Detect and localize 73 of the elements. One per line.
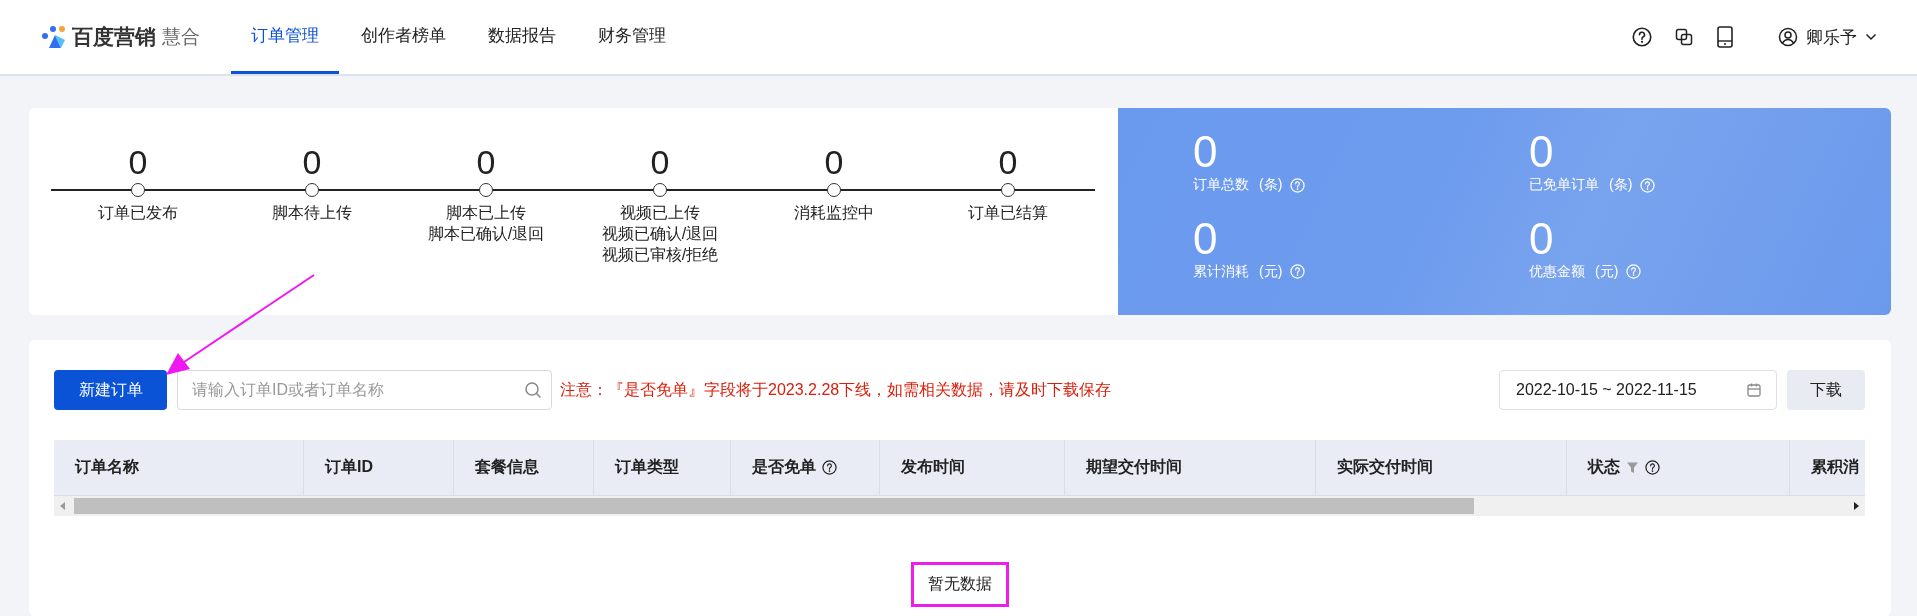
search-icon	[524, 381, 542, 399]
metric-unit: (元)	[1259, 262, 1283, 281]
column-header: 是否免单	[752, 457, 816, 477]
step-label: 视频已审核/拒绝	[601, 245, 719, 265]
help-icon[interactable]	[1632, 27, 1652, 47]
calendar-icon	[1746, 382, 1762, 398]
download-button[interactable]: 下载	[1787, 370, 1865, 410]
user-icon	[1778, 27, 1798, 47]
chevron-down-icon	[1865, 33, 1877, 41]
column-header: 发布时间	[901, 457, 965, 477]
step-count: 0	[650, 142, 670, 182]
logo-icon	[40, 24, 68, 50]
date-range-text: 2022-10-15 ~ 2022-11-15	[1516, 381, 1697, 399]
step-node	[653, 183, 667, 197]
help-icon[interactable]	[822, 460, 837, 475]
step-count: 0	[998, 142, 1018, 182]
metric-value: 0	[1529, 128, 1555, 176]
nav-tab[interactable]: 创作者榜单	[341, 0, 466, 74]
user-menu[interactable]: 卿乐予	[1778, 25, 1877, 49]
column-header: 状态	[1588, 457, 1620, 477]
filter-icon[interactable]	[1626, 461, 1639, 474]
metric-value: 0	[1193, 214, 1219, 263]
column-header: 订单ID	[325, 457, 373, 477]
step-label: 消耗监控中	[794, 203, 874, 223]
search-field[interactable]: 请输入订单ID或者订单名称	[177, 370, 552, 410]
step-count: 0	[476, 142, 496, 182]
column-header: 期望交付时间	[1086, 457, 1182, 477]
date-range-field[interactable]: 2022-10-15 ~ 2022-11-15	[1499, 370, 1777, 410]
notice-text: 注意：『是否免单』字段将于2023.2.28下线，如需相关数据，请及时下载保存	[560, 379, 1112, 400]
scrollbar-thumb[interactable]	[74, 498, 1474, 514]
step-label: 脚本待上传	[272, 203, 352, 223]
step-node	[827, 183, 841, 197]
step-node	[479, 183, 493, 197]
column-header: 套餐信息	[475, 457, 539, 477]
metric-label: 已免单订单	[1529, 176, 1599, 194]
step-node	[131, 183, 145, 197]
metric-value: 0	[1529, 214, 1555, 263]
horizontal-scrollbar[interactable]	[54, 496, 1865, 516]
column-header: 订单名称	[75, 457, 139, 477]
step-label: 订单已发布	[98, 203, 178, 223]
step-label: 视频已上传	[620, 203, 700, 223]
step-node	[1001, 183, 1015, 197]
product-name: 慧合	[162, 25, 200, 49]
nav-tab[interactable]: 订单管理	[231, 0, 339, 74]
copy-icon[interactable]	[1674, 27, 1694, 47]
metric-unit: (条)	[1259, 176, 1283, 194]
column-header: 订单类型	[615, 457, 679, 477]
scroll-left-icon[interactable]	[60, 502, 66, 510]
step-label: 订单已结算	[968, 203, 1048, 223]
step-count: 0	[302, 142, 322, 182]
new-order-button[interactable]: 新建订单	[54, 370, 167, 410]
step-count: 0	[824, 142, 844, 182]
metric-label: 累计消耗	[1193, 262, 1249, 281]
user-name: 卿乐予	[1806, 26, 1857, 49]
column-header: 累积消	[1811, 457, 1859, 477]
step-label: 脚本已确认/退回	[427, 224, 545, 244]
metric-unit: (元)	[1595, 262, 1619, 281]
help-icon[interactable]	[1645, 460, 1660, 475]
step-node	[305, 183, 319, 197]
step-label: 脚本已上传	[446, 203, 526, 223]
metric-label: 订单总数	[1193, 176, 1249, 194]
metric-label: 优惠金额	[1529, 262, 1585, 281]
step-label: 视频已确认/退回	[601, 224, 719, 244]
metric-value: 0	[1193, 128, 1219, 176]
brand-name: 百度营销	[72, 24, 156, 50]
metric-unit: (条)	[1609, 176, 1633, 194]
scroll-right-icon[interactable]	[1853, 502, 1859, 510]
tablet-icon[interactable]	[1716, 26, 1734, 48]
empty-state-text: 暂无数据	[910, 562, 1009, 607]
step-count: 0	[128, 142, 148, 182]
column-header: 实际交付时间	[1337, 457, 1433, 477]
nav-tab[interactable]: 数据报告	[468, 0, 576, 74]
nav-tab[interactable]: 财务管理	[578, 0, 686, 74]
